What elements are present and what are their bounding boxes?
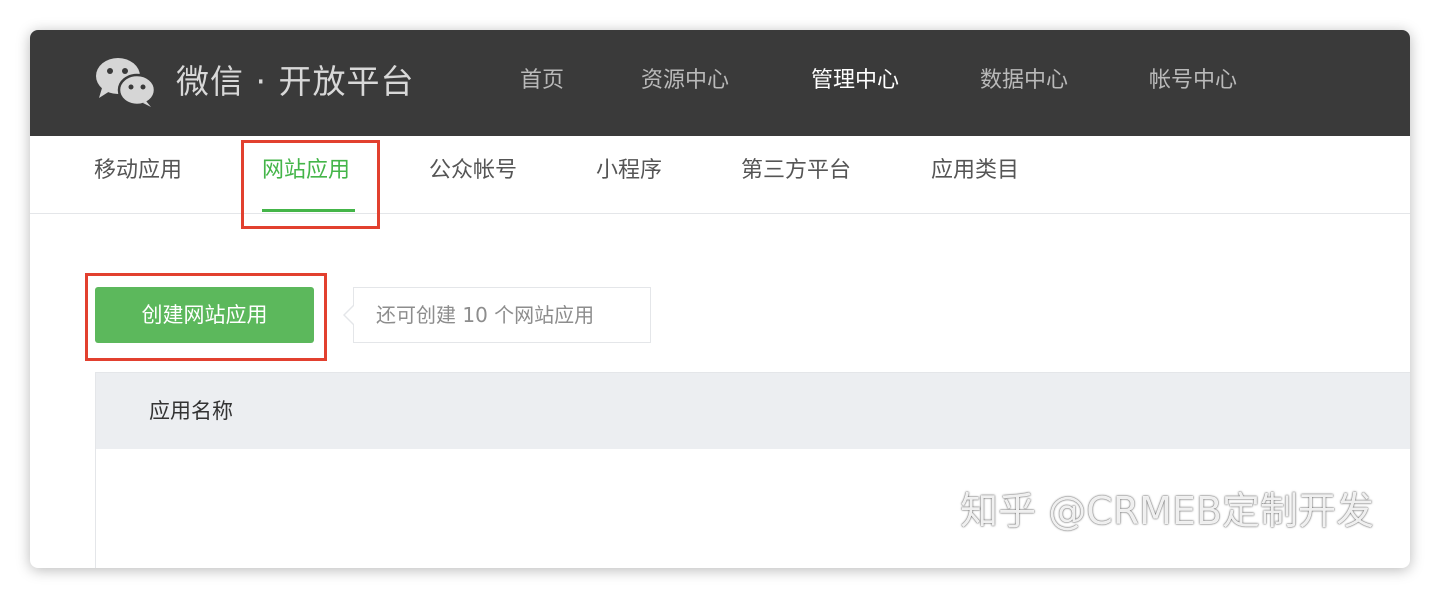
topnav-data[interactable]: 数据中心 bbox=[980, 66, 1068, 96]
topnav-resources[interactable]: 资源中心 bbox=[641, 66, 729, 96]
table-header: 应用名称 bbox=[96, 373, 1410, 449]
highlight-box-create-button bbox=[85, 273, 327, 361]
brand-title: 微信 · 开放平台 bbox=[176, 62, 415, 101]
topnav-account[interactable]: 帐号中心 bbox=[1149, 66, 1237, 96]
top-navigation-bar: 微信 · 开放平台 首页 资源中心 管理中心 数据中心 帐号中心 bbox=[30, 30, 1410, 136]
column-header-app-name: 应用名称 bbox=[149, 399, 233, 423]
watermark-text: 知乎 @CRMEB定制开发 bbox=[960, 489, 1374, 533]
apps-table: 应用名称 bbox=[95, 372, 1410, 568]
topnav-management[interactable]: 管理中心 bbox=[811, 66, 899, 96]
sub-navigation-tabs: 移动应用 网站应用 公众帐号 小程序 第三方平台 应用类目 bbox=[30, 136, 1410, 214]
browser-window: 微信 · 开放平台 首页 资源中心 管理中心 数据中心 帐号中心 移动应用 网站… bbox=[30, 30, 1410, 568]
tab-mini-programs[interactable]: 小程序 bbox=[596, 156, 662, 186]
topnav-home[interactable]: 首页 bbox=[520, 66, 564, 96]
wechat-logo-icon[interactable] bbox=[94, 56, 156, 108]
highlight-box-website-tab bbox=[241, 140, 380, 229]
tab-app-categories[interactable]: 应用类目 bbox=[931, 156, 1019, 186]
tip-arrow-fill bbox=[345, 306, 354, 324]
tab-mobile-apps[interactable]: 移动应用 bbox=[94, 156, 182, 186]
remaining-quota-tip: 还可创建 10 个网站应用 bbox=[353, 287, 651, 343]
tab-official-accounts[interactable]: 公众帐号 bbox=[429, 156, 517, 186]
tab-third-party-platform[interactable]: 第三方平台 bbox=[741, 156, 851, 186]
